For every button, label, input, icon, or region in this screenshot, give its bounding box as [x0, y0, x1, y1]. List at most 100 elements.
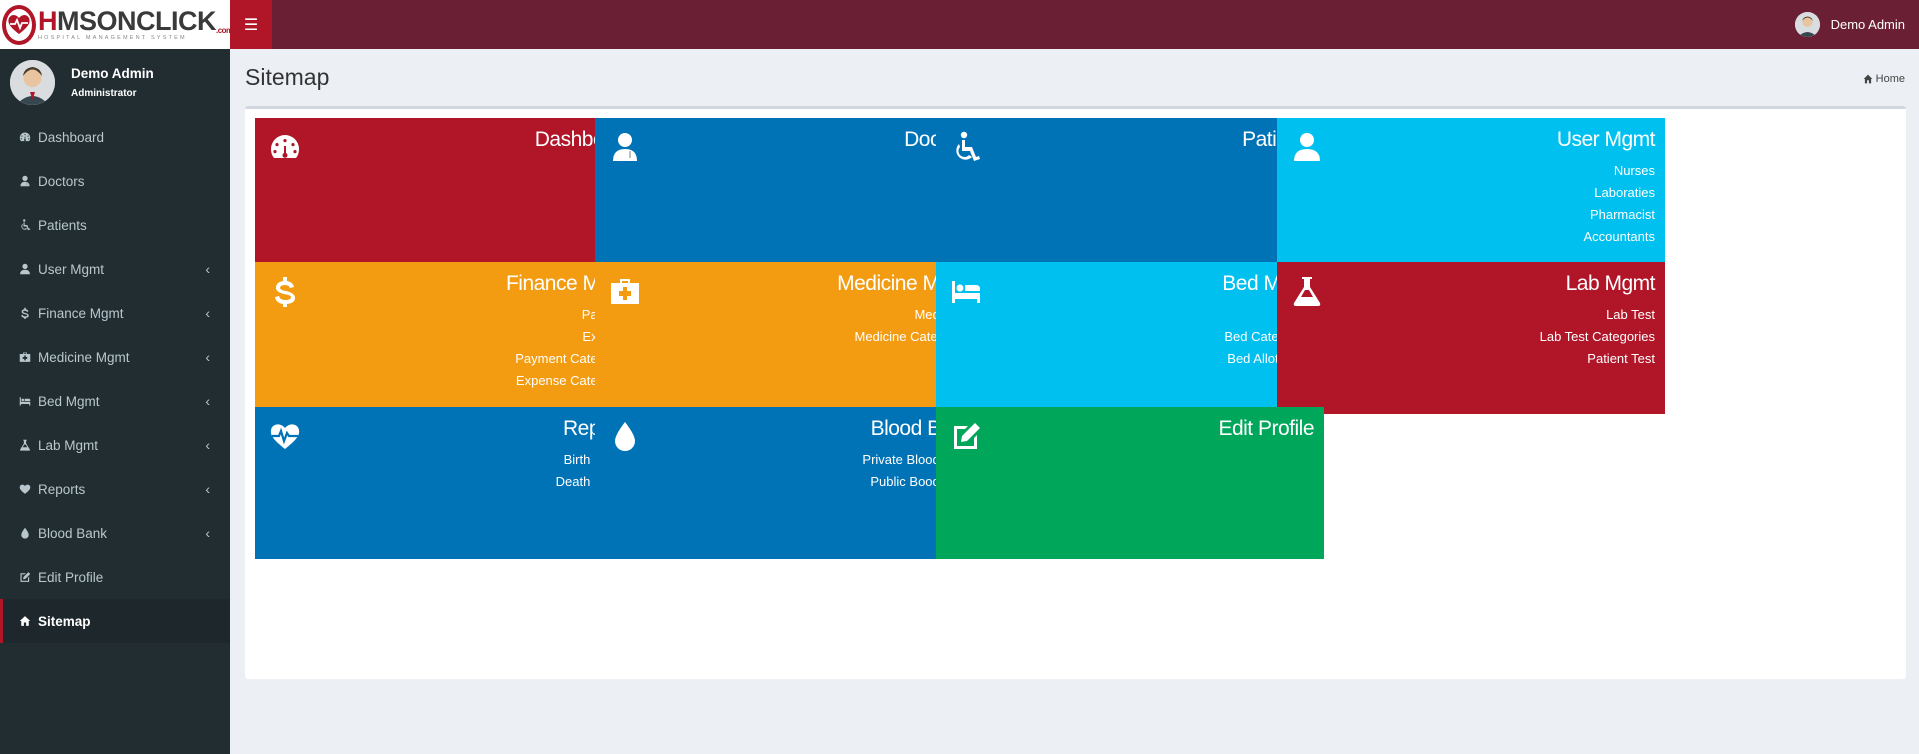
tile-link[interactable]: Accountants — [1277, 226, 1655, 248]
tile-link[interactable]: Medicines — [595, 304, 973, 326]
tile-link[interactable]: Expense Categories — [255, 370, 633, 392]
tint-icon — [609, 420, 641, 452]
tile-link[interactable]: Pharmacist — [1277, 204, 1655, 226]
edit-icon — [18, 571, 32, 583]
sidebar-item-bed-mgmt[interactable]: Bed Mgmt ‹ — [0, 379, 230, 423]
tile-link[interactable]: Public Bood Bank — [595, 471, 973, 493]
breadcrumb-home[interactable]: Home — [1876, 73, 1905, 85]
tile-title[interactable]: Patients — [936, 127, 1314, 153]
sidebar-item-label: Lab Mgmt — [38, 437, 99, 453]
sidebar-item-blood-bank[interactable]: Blood Bank ‹ — [0, 511, 230, 555]
tile-link[interactable]: Laboraties — [1277, 182, 1655, 204]
tile-link[interactable]: Private Blood Bank — [595, 449, 973, 471]
tile-title[interactable]: User Mgmt — [1277, 127, 1656, 153]
tile-link[interactable]: Medicine Categories — [595, 326, 973, 348]
chevron-left-icon: ‹ — [205, 481, 210, 497]
dashboard-icon — [18, 131, 32, 143]
chevron-left-icon: ‹ — [205, 305, 210, 321]
chevron-left-icon: ‹ — [205, 261, 210, 277]
tile-link[interactable]: Patient Test — [1277, 348, 1655, 370]
tile-edit-profile[interactable]: Edit Profile — [936, 407, 1324, 559]
tile-link[interactable]: Death Report — [255, 471, 633, 493]
tile-title[interactable]: Blood Bank — [595, 416, 974, 442]
tint-icon — [18, 527, 32, 539]
home-icon — [1863, 74, 1873, 84]
dashboard-icon — [269, 131, 301, 163]
tile-patients[interactable]: Patients — [936, 118, 1324, 270]
bed-icon — [18, 395, 32, 407]
sidebar-item-label: Sitemap — [38, 613, 91, 629]
tile-link[interactable]: Birth Report — [255, 449, 633, 471]
tile-title[interactable]: Medicine Mgmt — [595, 271, 973, 297]
sidebar-item-dashboard[interactable]: Dashboard — [0, 115, 230, 159]
dollar-icon — [18, 307, 32, 319]
heartbeat-icon — [269, 420, 301, 452]
avatar — [10, 59, 55, 105]
sidebar-item-edit-profile[interactable]: Edit Profile — [0, 555, 230, 599]
sidebar-item-doctors[interactable]: Doctors — [0, 159, 230, 203]
user-icon — [1291, 131, 1323, 163]
tile-link[interactable]: Payment — [255, 304, 633, 326]
breadcrumb[interactable]: Home — [1863, 73, 1905, 85]
tile-link[interactable]: Nurses — [1277, 160, 1655, 182]
sidebar-item-sitemap[interactable]: Sitemap — [0, 599, 230, 643]
sidebar-item-patients[interactable]: Patients — [0, 203, 230, 247]
sidebar-item-medicine-mgmt[interactable]: Medicine Mgmt ‹ — [0, 335, 230, 379]
tile-link[interactable]: Beds — [936, 304, 1314, 326]
tile-doctors[interactable]: Doctors — [595, 118, 983, 270]
medkit-icon — [609, 275, 641, 307]
tile-dashboard[interactable]: Dashboard — [255, 118, 643, 270]
flask-icon — [1291, 275, 1323, 307]
tile-bed-mgmt[interactable]: Bed Mgmt BedsBed CategoriesBed Allotments — [936, 262, 1324, 414]
tile-link[interactable]: Lab Test — [1277, 304, 1655, 326]
tile-lab-mgmt[interactable]: Lab Mgmt Lab Test Lab Test Categories Patie… — [1277, 262, 1665, 414]
bed-icon — [950, 275, 982, 307]
sidebar-item-label: Finance Mgmt — [38, 305, 124, 321]
sidebar-item-finance-mgmt[interactable]: Finance Mgmt ‹ — [0, 291, 230, 335]
tile-link[interactable]: Expense — [255, 326, 633, 348]
sidebar-item-lab-mgmt[interactable]: Lab Mgmt ‹ — [0, 423, 230, 467]
sidebar-item-reports[interactable]: Reports ‹ — [0, 467, 230, 511]
tile-reports[interactable]: Reports Birth ReportDeath Report — [255, 407, 643, 559]
tile-title[interactable]: Finance Mgmt — [255, 271, 634, 297]
page-title: Sitemap — [245, 64, 330, 90]
user-panel: Demo Admin Administrator — [0, 49, 230, 115]
sidebar-user-name: Demo Admin — [71, 65, 154, 81]
sidebar-item-label: Blood Bank — [38, 525, 108, 541]
sidebar-item-user-mgmt[interactable]: User Mgmt ‹ — [0, 247, 230, 291]
tile-link[interactable]: Payment Categories — [255, 348, 633, 370]
sidebar: Demo Admin Administrator Dashboard Doctor… — [0, 49, 230, 754]
tile-title[interactable]: Lab Mgmt — [1277, 271, 1656, 297]
sidebar-toggle-button[interactable]: ☰ — [230, 0, 272, 49]
tile-title[interactable]: Reports — [255, 416, 634, 442]
tile-medicine-mgmt[interactable]: Medicine Mgmt MedicinesMedicine Categorie… — [595, 262, 983, 414]
user-md-icon — [609, 131, 641, 163]
sidebar-menu: Dashboard Doctors Patients User Mgmt ‹ Financ… — [0, 115, 230, 643]
tile-title[interactable]: Doctors — [595, 127, 973, 153]
sitemap-box: DashboardDoctorsPatientsUser MgmtNursesL… — [245, 106, 1906, 679]
chevron-left-icon: ‹ — [205, 525, 210, 541]
sidebar-user-role: Administrator — [71, 87, 137, 99]
logo-tagline: HOSPITAL MANAGEMENT SYSTEM — [38, 34, 187, 41]
tile-blood-bank[interactable]: Blood Bank Private Blood Bank Public Bood … — [595, 407, 983, 559]
sidebar-item-label: Edit Profile — [38, 569, 104, 585]
top-navbar: ☰ Demo Admin — [230, 0, 1919, 49]
tile-title[interactable]: Edit Profile — [936, 416, 1314, 442]
user-menu[interactable]: Demo Admin — [1794, 12, 1919, 37]
sidebar-item-label: Medicine Mgmt — [38, 349, 130, 365]
avatar — [1794, 12, 1820, 37]
tile-title[interactable]: Dashboard — [255, 127, 634, 153]
tile-link[interactable]: Lab Test Categories — [1277, 326, 1655, 348]
tile-link[interactable]: Bed Allotments — [936, 348, 1314, 370]
tile-finance-mgmt[interactable]: Finance Mgmt PaymentExpensePayment Catego… — [255, 262, 643, 414]
hamburger-icon: ☰ — [243, 16, 259, 34]
brand-logo[interactable]: HMSONCLICK.com HOSPITAL MANAGEMENT SYSTE… — [0, 0, 233, 49]
sidebar-item-label: Dashboard — [38, 129, 105, 145]
top-user-name: Demo Admin — [1830, 17, 1905, 32]
sidebar-item-label: Bed Mgmt — [38, 393, 100, 409]
tile-title[interactable]: Bed Mgmt — [936, 271, 1314, 297]
tile-user-mgmt[interactable]: User Mgmt Nurses Laboraties Pharmacist Accou… — [1277, 118, 1665, 270]
tile-link[interactable]: Bed Categories — [936, 326, 1314, 348]
edit-icon — [950, 420, 982, 452]
user-icon — [18, 263, 32, 275]
